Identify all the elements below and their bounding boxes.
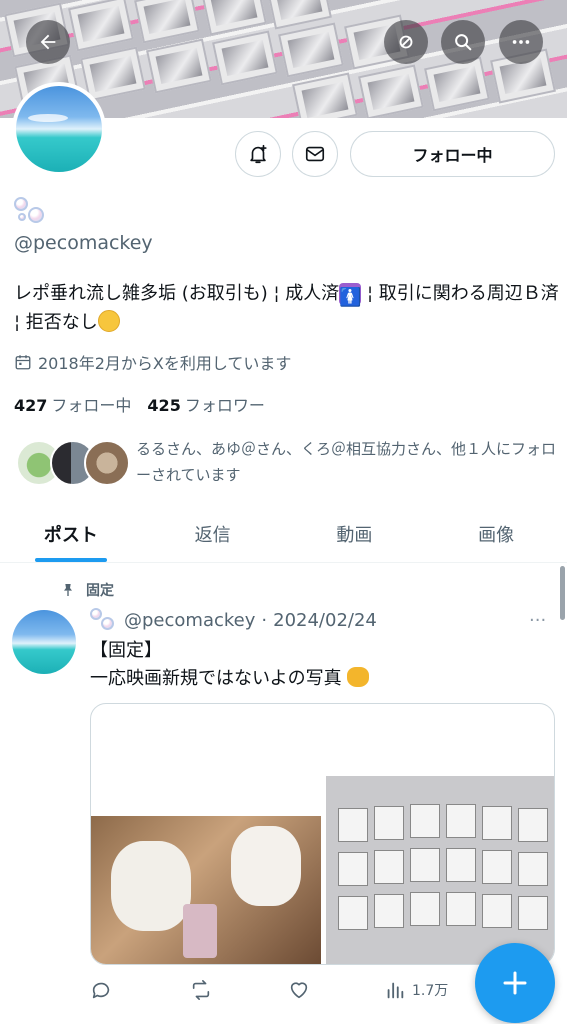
arrow-left-icon — [40, 34, 56, 50]
profile-avatar[interactable] — [12, 82, 106, 176]
banner-panel — [424, 56, 490, 112]
banner-panel — [134, 0, 200, 44]
banner-panel — [201, 0, 267, 36]
tab-label: ポスト — [43, 524, 98, 546]
following-stat[interactable]: 427 フォロー中 — [14, 392, 131, 416]
banner-panel — [358, 64, 424, 118]
profile-tabs: ポスト 返信 動画 画像 — [0, 505, 567, 563]
profile-handle: @pecomackey — [14, 232, 153, 254]
post-author-avatar[interactable] — [12, 610, 76, 674]
follow-stats: 427 フォロー中 425 フォロワー — [14, 392, 265, 416]
joined-date: 2018年2月からXを利用しています — [14, 350, 291, 374]
followers-count: 425 — [147, 396, 181, 415]
pinned-label: 固定 — [86, 583, 114, 599]
illustration-figure — [231, 826, 301, 906]
translate-icon — [399, 35, 413, 49]
banner-panel — [292, 72, 358, 118]
post-separator: · — [261, 609, 268, 631]
post-text: 【固定】 一応映画新規ではないよの写真 — [90, 637, 550, 693]
repost-icon — [192, 980, 210, 1000]
compose-button[interactable] — [475, 943, 555, 1023]
tab-label: 動画 — [336, 524, 373, 546]
envelope-icon — [305, 146, 325, 162]
views-icon — [387, 982, 404, 999]
banner-panel — [146, 38, 212, 94]
search-icon — [455, 34, 472, 51]
smile-emoji — [97, 310, 120, 332]
notify-button[interactable] — [235, 131, 281, 177]
search-button[interactable] — [441, 20, 485, 64]
views-count: 1.7万 — [412, 983, 449, 999]
profile-bio: レポ垂れ流し雑多垢 (お取引も) ¦ 成人済 ¦ 取引に関わる周辺Ｂ済 ¦ 拒否… — [14, 279, 559, 337]
cat-emoji — [347, 667, 370, 687]
tab-label: 画像 — [478, 524, 515, 546]
following-label: フォロー中 — [51, 396, 132, 415]
drink-cup — [183, 904, 217, 958]
more-icon — [512, 40, 530, 44]
back-button[interactable] — [26, 20, 70, 64]
views-button[interactable]: 1.7万 — [384, 979, 448, 1001]
followers-stat[interactable]: 425 フォロワー — [147, 392, 264, 416]
post-line-2: 一応映画新規ではないよの写真 — [90, 668, 342, 689]
illustration-figure — [111, 841, 191, 931]
display-name-emoji — [14, 195, 48, 225]
translate-button[interactable] — [384, 20, 428, 64]
post-line-1: 【固定】 — [90, 640, 162, 661]
post-date[interactable]: 2024/02/24 — [273, 610, 377, 631]
display-name-emoji — [90, 608, 118, 632]
post-header: @pecomackey · 2024/02/24 — [90, 608, 377, 632]
plus-icon — [503, 971, 527, 995]
repost-button[interactable] — [190, 979, 288, 1001]
message-button[interactable] — [292, 131, 338, 177]
banner-panel — [212, 30, 278, 86]
media-photo-1[interactable] — [91, 816, 321, 964]
banner-panel — [278, 22, 344, 78]
restroom-emoji — [339, 283, 362, 305]
avatar — [84, 440, 130, 486]
like-button[interactable] — [288, 979, 384, 1001]
post-more-button[interactable]: ··· — [529, 610, 546, 631]
scrollbar[interactable] — [560, 566, 565, 620]
followed-by-text[interactable]: るるさん、あゆ＠さん、くろ＠相互協力さん、他１人にフォローされています — [136, 436, 556, 488]
mutual-followers-avatars[interactable] — [16, 440, 130, 488]
pinned-indicator: 固定 — [60, 580, 114, 600]
calendar-icon — [15, 355, 31, 370]
followers-label: フォロワー — [184, 396, 265, 415]
tab-replies[interactable]: 返信 — [142, 505, 284, 562]
more-button[interactable] — [499, 20, 543, 64]
tab-images[interactable]: 画像 — [425, 505, 567, 562]
tab-videos[interactable]: 動画 — [284, 505, 426, 562]
heart-icon — [290, 982, 308, 999]
tab-label: 返信 — [194, 524, 231, 546]
reply-icon — [92, 982, 110, 999]
tab-indicator — [34, 558, 107, 562]
bell-plus-icon — [250, 144, 267, 164]
post-actions: 1.7万 — [90, 975, 460, 1005]
bio-text-1: レポ垂れ流し雑多垢 (お取引も) ¦ 成人済 — [14, 283, 340, 304]
tab-posts[interactable]: ポスト — [0, 505, 142, 562]
post-handle[interactable]: @pecomackey — [124, 610, 255, 631]
reply-button[interactable] — [90, 979, 190, 1001]
banner-panel — [68, 0, 134, 52]
pin-icon — [64, 584, 72, 596]
media-photo-2[interactable] — [326, 776, 554, 964]
following-count: 427 — [14, 396, 48, 415]
following-button[interactable]: フォロー中 — [350, 131, 555, 177]
post-media[interactable] — [90, 703, 555, 965]
joined-text: 2018年2月からXを利用しています — [38, 354, 292, 373]
